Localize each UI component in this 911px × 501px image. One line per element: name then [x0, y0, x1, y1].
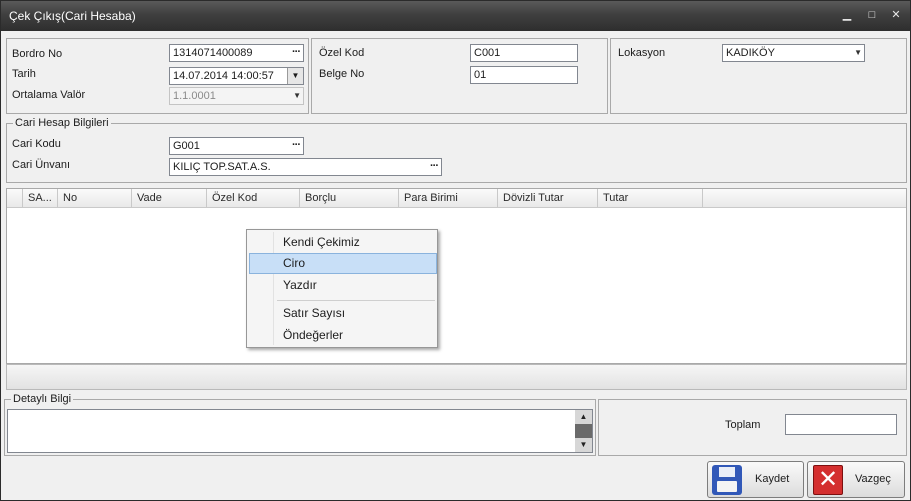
cari-kodu-field[interactable]: G001 ···	[169, 137, 304, 155]
chevron-down-icon[interactable]: ▼	[287, 68, 303, 84]
grid-header: SA... No Vade Özel Kod Borçlu Para Birim…	[7, 189, 906, 208]
ortalama-valor-value: 1.1.0001	[173, 90, 216, 102]
cari-hesap-group: Cari Hesap Bilgileri Cari Kodu G001 ··· …	[6, 117, 907, 183]
floppy-disk-icon	[712, 465, 742, 495]
grid-row-indicator-header	[7, 189, 23, 208]
title-bar[interactable]: Çek Çıkış(Cari Hesaba) ▁ □ ✕	[1, 1, 910, 31]
chevron-down-icon: ▼	[293, 91, 301, 100]
column-header[interactable]: Dövizli Tutar	[498, 189, 598, 208]
detayli-bilgi-title: Detaylı Bilgi	[11, 393, 74, 405]
lokasyon-label: Lokasyon	[618, 47, 666, 59]
column-header[interactable]: Tutar	[598, 189, 703, 208]
belge-no-label: Belge No	[319, 68, 365, 80]
menu-item-satir-sayisi[interactable]: Satır Sayısı	[249, 303, 437, 324]
tarih-value: 14.07.2014 14:00:57	[173, 70, 274, 82]
cari-hesap-group-title: Cari Hesap Bilgileri	[13, 117, 111, 129]
toplam-panel: Toplam	[598, 399, 907, 456]
cari-unvani-label: Cari Ünvanı	[12, 159, 71, 171]
ozel-kod-field[interactable]: C001	[470, 44, 578, 62]
belge-no-value: 01	[474, 69, 487, 81]
ellipsis-icon[interactable]: ···	[292, 45, 301, 59]
menu-item-ondegerler[interactable]: Öndeğerler	[249, 325, 437, 346]
column-header[interactable]: Borçlu	[300, 189, 399, 208]
header-mid-panel: Özel Kod C001 Belge No 01	[311, 38, 608, 114]
scroll-up-icon[interactable]: ▲	[575, 410, 592, 424]
bordro-no-field[interactable]: 1314071400089 ···	[169, 44, 304, 62]
ortalama-valor-label: Ortalama Valör	[12, 89, 86, 101]
chevron-down-icon[interactable]: ▼	[854, 45, 862, 61]
minimize-icon[interactable]: ▁	[837, 7, 857, 23]
window-title: Çek Çıkış(Cari Hesaba)	[9, 9, 136, 23]
menu-separator	[277, 300, 435, 301]
ellipsis-icon[interactable]: ···	[292, 138, 301, 152]
belge-no-field[interactable]: 01	[470, 66, 578, 84]
cancel-x-icon: ✕	[813, 465, 843, 495]
column-header[interactable]: No	[58, 189, 132, 208]
ortalama-valor-field: 1.1.0001 ▼	[169, 87, 304, 105]
detayli-bilgi-memo[interactable]: ▲ ▼	[7, 409, 593, 453]
cari-unvani-field[interactable]: KILIÇ TOP.SAT.A.S. ···	[169, 158, 442, 176]
bordro-no-label: Bordro No	[12, 48, 63, 60]
header-right-panel: Lokasyon KADIKÖY ▼	[610, 38, 907, 114]
toplam-label: Toplam	[725, 419, 761, 431]
ozel-kod-label: Özel Kod	[319, 47, 365, 59]
lokasyon-select[interactable]: KADIKÖY ▼	[722, 44, 865, 62]
bordro-no-value: 1314071400089	[173, 47, 253, 59]
cari-kodu-label: Cari Kodu	[12, 138, 61, 150]
column-header[interactable]: SA...	[23, 189, 58, 208]
scroll-down-icon[interactable]: ▼	[575, 438, 592, 452]
memo-scrollbar[interactable]: ▲ ▼	[575, 410, 592, 452]
save-button[interactable]: Kaydet	[707, 461, 804, 498]
header-left-panel: Bordro No 1314071400089 ··· Tarih 14.07.…	[6, 38, 309, 114]
cancel-button-label: Vazgeç	[855, 473, 891, 485]
cari-kodu-value: G001	[173, 140, 200, 152]
close-icon[interactable]: ✕	[886, 7, 906, 23]
maximize-icon[interactable]: □	[862, 7, 882, 23]
ellipsis-icon[interactable]: ···	[430, 159, 439, 173]
menu-item-kendi-cekimiz[interactable]: Kendi Çekimiz	[249, 232, 437, 253]
menu-item-ciro[interactable]: Ciro	[249, 253, 437, 274]
tarih-field[interactable]: 14.07.2014 14:00:57 ▼	[169, 67, 304, 85]
window: Çek Çıkış(Cari Hesaba) ▁ □ ✕ Bordro No 1…	[0, 0, 911, 501]
grid-footer	[6, 364, 907, 390]
column-header[interactable]: Özel Kod	[207, 189, 300, 208]
save-button-label: Kaydet	[755, 473, 790, 485]
cek-grid[interactable]: SA... No Vade Özel Kod Borçlu Para Birim…	[6, 188, 907, 364]
context-menu: Kendi Çekimiz Ciro Yazdır Satır Sayısı Ö…	[246, 229, 438, 348]
lokasyon-value: KADIKÖY	[726, 47, 775, 59]
toplam-field[interactable]	[785, 414, 897, 435]
ozel-kod-value: C001	[474, 47, 501, 59]
cancel-button[interactable]: ✕ Vazgeç	[807, 461, 905, 498]
column-header[interactable]: Para Birimi	[399, 189, 498, 208]
tarih-label: Tarih	[12, 68, 36, 80]
cari-unvani-value: KILIÇ TOP.SAT.A.S.	[173, 161, 271, 173]
column-header[interactable]: Vade	[132, 189, 207, 208]
menu-item-yazdir[interactable]: Yazdır	[249, 275, 437, 296]
